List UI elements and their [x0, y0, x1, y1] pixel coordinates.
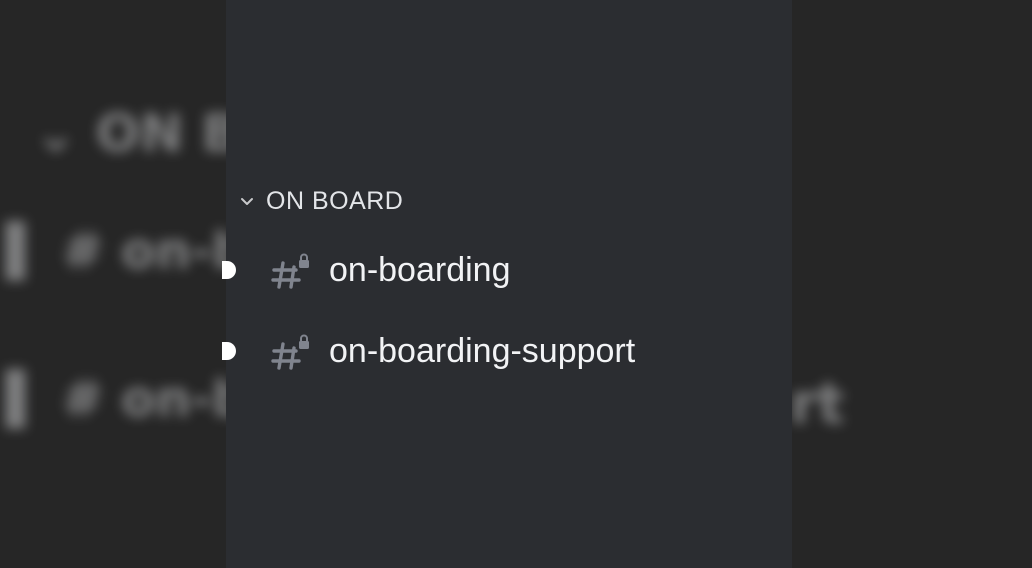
channel-name: on-boarding	[329, 251, 511, 289]
screen: ⌄ ON BOARD ▌ # on-boarding ▌ # on-boardi…	[0, 0, 1032, 568]
chevron-down-icon	[241, 198, 253, 205]
locked-text-channel-icon	[271, 334, 309, 370]
category-header[interactable]: ON BOARD	[238, 186, 403, 216]
channel-name: on-boarding-support	[329, 332, 636, 370]
blurred-text-fragment: rt	[790, 372, 845, 437]
locked-text-channel-icon	[271, 253, 309, 289]
category-label: ON BOARD	[266, 186, 404, 215]
unread-indicator	[222, 261, 236, 279]
channel-list-panel: ON BOARD on-boarding on-boarding-support	[222, 0, 792, 568]
unread-indicator	[222, 342, 236, 360]
